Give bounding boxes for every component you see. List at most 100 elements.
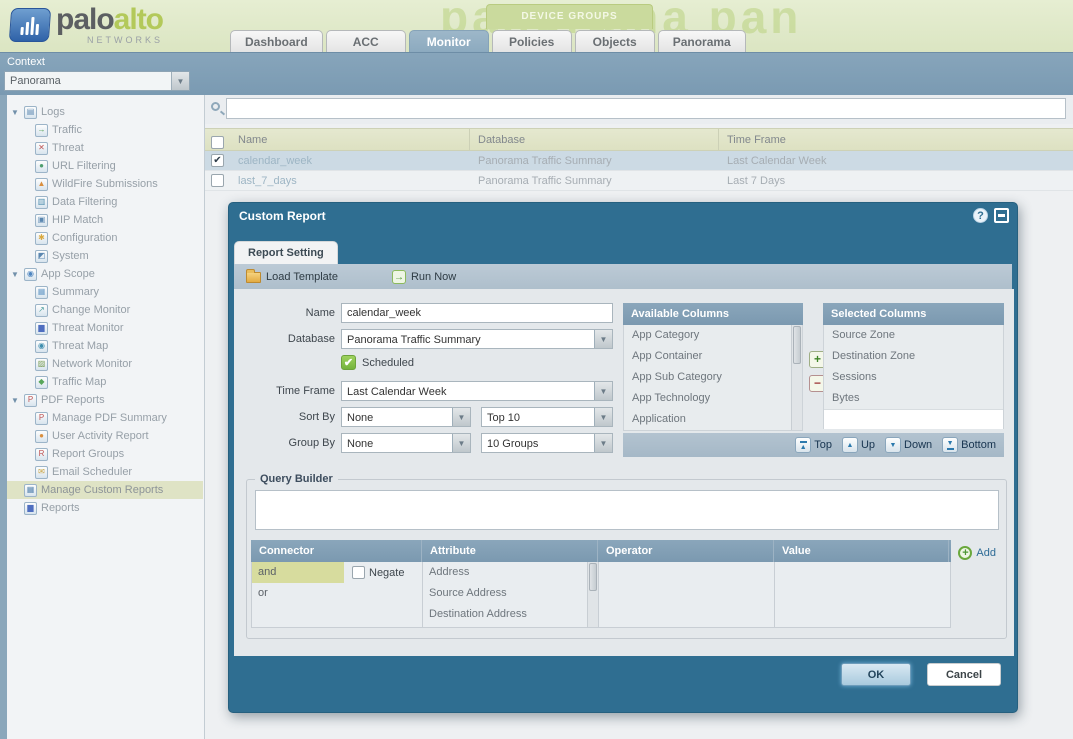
selected-column-item[interactable]: Sessions	[824, 367, 1003, 388]
dialog-toolbar: Load Template → Run Now	[234, 264, 1012, 289]
scrollbar[interactable]	[587, 562, 598, 627]
sidebar-item-manage-custom-reports[interactable]: ▦Manage Custom Reports	[7, 481, 203, 499]
table-row[interactable]: ✔calendar_weekPanorama Traffic SummaryLa…	[205, 151, 1073, 171]
help-icon[interactable]: ?	[973, 208, 988, 223]
attribute-option-source-address[interactable]: Source Address	[423, 583, 598, 604]
chevron-down-icon[interactable]: ▼	[594, 408, 612, 426]
selected-column-empty-row[interactable]	[824, 409, 1003, 429]
sidebar-item-manage-pdf-summary[interactable]: PManage PDF Summary	[7, 409, 203, 427]
context-select[interactable]: Panorama ▼	[4, 71, 190, 91]
select-all-checkbox[interactable]	[211, 136, 224, 149]
sidebar-item-threat[interactable]: ✕Threat	[7, 139, 203, 157]
chevron-down-icon[interactable]: ▼	[594, 434, 612, 452]
move-top-button[interactable]: ▲Top	[795, 437, 832, 453]
chevron-down-icon[interactable]: ▼	[452, 434, 470, 452]
sidebar-item-url-filtering[interactable]: ●URL Filtering	[7, 157, 203, 175]
connector-option-and[interactable]: and	[252, 562, 344, 583]
sidebar-item-network-monitor[interactable]: ▨Network Monitor	[7, 355, 203, 373]
row-checkbox[interactable]: ✔	[211, 154, 224, 167]
chevron-down-icon[interactable]: ▼	[594, 330, 612, 348]
expander-arrow-icon[interactable]: ▼	[11, 108, 23, 117]
groups-count-select-value: 10 Groups	[482, 434, 594, 452]
expander-arrow-icon[interactable]: ▼	[11, 270, 23, 279]
sidebar-item-logs[interactable]: ▼▤Logs	[7, 103, 203, 121]
sidebar-item-user-activity-report[interactable]: ●User Activity Report	[7, 427, 203, 445]
minimize-icon[interactable]	[994, 208, 1009, 223]
time-frame-select[interactable]: Last Calendar Week ▼	[341, 381, 613, 401]
selected-column-item[interactable]: Bytes	[824, 388, 1003, 409]
negate-checkbox[interactable]	[352, 566, 365, 579]
name-field[interactable]	[341, 303, 613, 323]
add-rule-button[interactable]: + Add	[958, 546, 996, 560]
tab-monitor[interactable]: Monitor	[409, 30, 489, 52]
run-now-button[interactable]: → Run Now	[380, 264, 468, 289]
connector-option-or[interactable]: or	[252, 583, 344, 604]
tab-panorama[interactable]: Panorama	[658, 30, 746, 52]
column-header-name[interactable]: Name	[230, 129, 470, 150]
scheduled-checkbox[interactable]: ✔	[341, 355, 356, 370]
sidebar-item-traffic-map[interactable]: ◆Traffic Map	[7, 373, 203, 391]
tab-dashboard[interactable]: Dashboard	[230, 30, 323, 52]
top-n-select[interactable]: Top 10 ▼	[481, 407, 613, 427]
column-header-database[interactable]: Database	[470, 129, 719, 150]
sidebar-item-wildfire-submissions[interactable]: ▲WildFire Submissions	[7, 175, 203, 193]
sidebar-item-email-scheduler[interactable]: ✉Email Scheduler	[7, 463, 203, 481]
query-textarea[interactable]	[255, 490, 999, 530]
chevron-down-icon[interactable]: ▼	[171, 72, 189, 90]
sidebar-item-system[interactable]: ◩System	[7, 247, 203, 265]
sidebar-item-app-scope[interactable]: ▼◉App Scope	[7, 265, 203, 283]
move-up-button[interactable]: ▲Up	[842, 437, 875, 453]
group-by-select[interactable]: None ▼	[341, 433, 471, 453]
data-filtering-icon: ▥	[35, 196, 48, 209]
move-down-button[interactable]: ▼Down	[885, 437, 932, 453]
sidebar-item-reports[interactable]: ▆Reports	[7, 499, 203, 517]
selected-column-item[interactable]: Source Zone	[824, 325, 1003, 346]
ok-button[interactable]: OK	[841, 663, 911, 686]
database-label: Database	[234, 329, 341, 350]
selected-column-item[interactable]: Destination Zone	[824, 346, 1003, 367]
tab-objects[interactable]: Objects	[575, 30, 655, 52]
cancel-button[interactable]: Cancel	[927, 663, 1001, 686]
expander-arrow-icon[interactable]: ▼	[11, 396, 23, 405]
context-select-value: Panorama	[5, 72, 171, 90]
up-arrow-icon: ▲	[842, 437, 858, 453]
chevron-down-icon[interactable]: ▼	[452, 408, 470, 426]
search-input[interactable]	[226, 98, 1066, 119]
sidebar-item-threat-map[interactable]: ◉Threat Map	[7, 337, 203, 355]
available-column-item[interactable]: App Technology	[624, 388, 802, 409]
sidebar-item-change-monitor[interactable]: ↗Change Monitor	[7, 301, 203, 319]
plus-icon: +	[958, 546, 972, 560]
move-bottom-button[interactable]: ▼Bottom	[942, 437, 996, 453]
available-column-item[interactable]: App Container	[624, 346, 802, 367]
report-name-link[interactable]: calendar_week	[230, 151, 470, 170]
sidebar-item-threat-monitor[interactable]: ▆Threat Monitor	[7, 319, 203, 337]
available-column-item[interactable]: App Category	[624, 325, 802, 346]
available-column-item[interactable]: App Sub Category	[624, 367, 802, 388]
sidebar-item-pdf-reports[interactable]: ▼PPDF Reports	[7, 391, 203, 409]
tab-acc[interactable]: ACC	[326, 30, 406, 52]
tab-report-setting[interactable]: Report Setting	[234, 241, 338, 264]
tab-policies[interactable]: Policies	[492, 30, 572, 52]
sidebar-item-traffic[interactable]: →Traffic	[7, 121, 203, 139]
traffic-icon: →	[35, 124, 48, 137]
sidebar-item-report-groups[interactable]: RReport Groups	[7, 445, 203, 463]
table-row[interactable]: last_7_daysPanorama Traffic SummaryLast …	[205, 171, 1073, 191]
attribute-option-destination-address[interactable]: Destination Address	[423, 604, 598, 625]
groups-count-select[interactable]: 10 Groups ▼	[481, 433, 613, 453]
column-header-time-frame[interactable]: Time Frame	[719, 129, 1073, 150]
sidebar-item-summary[interactable]: ▦Summary	[7, 283, 203, 301]
scrollbar[interactable]	[791, 325, 802, 430]
sidebar-item-data-filtering[interactable]: ▥Data Filtering	[7, 193, 203, 211]
attribute-option-address[interactable]: Address	[423, 562, 598, 583]
sort-by-select[interactable]: None ▼	[341, 407, 471, 427]
report-name-link[interactable]: last_7_days	[230, 171, 470, 190]
column-move-toolbar: ▲Top ▲Up ▼Down ▼Bottom	[623, 433, 1004, 457]
chevron-down-icon[interactable]: ▼	[594, 382, 612, 400]
row-checkbox[interactable]	[211, 174, 224, 187]
available-column-item[interactable]: Application	[624, 409, 802, 430]
sidebar-item-hip-match[interactable]: ▣HIP Match	[7, 211, 203, 229]
load-template-button[interactable]: Load Template	[234, 264, 350, 289]
reports-icon: ▆	[24, 502, 37, 515]
database-select[interactable]: Panorama Traffic Summary ▼	[341, 329, 613, 349]
sidebar-item-configuration[interactable]: ✱Configuration	[7, 229, 203, 247]
